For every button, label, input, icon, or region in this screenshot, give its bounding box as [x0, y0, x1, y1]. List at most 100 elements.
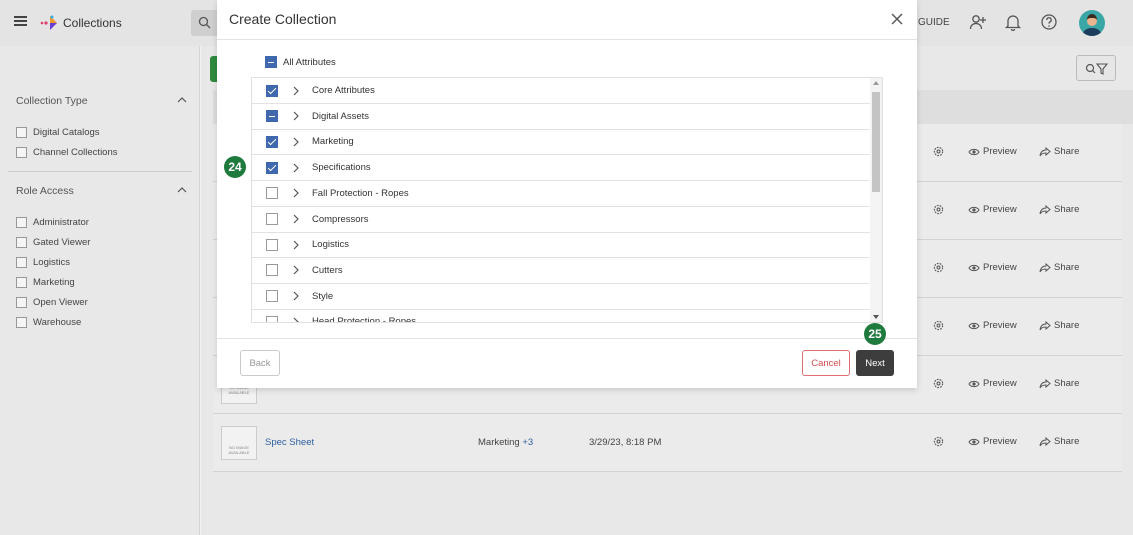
share-arrow-icon	[1039, 320, 1051, 330]
checkbox[interactable]	[16, 216, 27, 228]
preview-link[interactable]: Preview	[968, 204, 1017, 215]
share-link[interactable]: Share	[1039, 146, 1079, 157]
filter-administrator[interactable]: Administrator	[16, 216, 89, 228]
attribute-group-row[interactable]: Fall Protection - Ropes	[252, 181, 870, 207]
attribute-group-checkbox[interactable]	[266, 290, 278, 303]
attribute-group-list[interactable]: Core Attributes Digital Assets Marketing Sp…	[251, 77, 883, 323]
filter-gated-viewer[interactable]: Gated Viewer	[16, 236, 90, 248]
all-attributes-row[interactable]: All Attributes	[265, 56, 336, 68]
close-icon[interactable]	[891, 13, 903, 25]
chevron-up-icon[interactable]	[177, 97, 187, 103]
chevron-right-icon[interactable]	[292, 111, 300, 121]
eye-icon	[968, 438, 980, 445]
next-button[interactable]: Next	[856, 350, 894, 376]
attribute-group-row[interactable]: Specifications	[252, 155, 870, 182]
attribute-group-row[interactable]: Core Attributes	[252, 78, 870, 104]
attribute-group-row[interactable]: Head Protection - Ropes	[252, 309, 870, 323]
date-cell: 3/29/23, 8:18 PM	[589, 437, 662, 448]
table-row[interactable]: NO IMAGE AVAILABLE Spec Sheet Marketing …	[213, 414, 1122, 472]
chevron-right-icon[interactable]	[292, 265, 300, 275]
chevron-right-icon[interactable]	[292, 188, 300, 198]
attribute-group-checkbox[interactable]	[266, 213, 278, 225]
attribute-group-checkbox[interactable]	[266, 110, 278, 123]
attribute-group-row[interactable]: Style	[252, 284, 870, 310]
chevron-right-icon[interactable]	[292, 240, 300, 250]
attribute-group-checkbox[interactable]	[266, 315, 278, 322]
attribute-group-checkbox[interactable]	[266, 264, 278, 277]
filter-logistics[interactable]: Logistics	[16, 256, 70, 268]
notification-bell-icon[interactable]	[1004, 13, 1022, 31]
sidebar-divider	[8, 171, 192, 172]
checkbox[interactable]	[16, 296, 27, 308]
all-attributes-checkbox[interactable]	[265, 56, 277, 68]
share-arrow-icon	[1039, 204, 1051, 214]
attribute-group-checkbox[interactable]	[266, 135, 278, 148]
role-access-heading: Role Access	[16, 185, 74, 197]
attribute-group-checkbox[interactable]	[266, 187, 278, 200]
add-user-icon[interactable]	[969, 13, 987, 31]
share-link[interactable]: Share	[1039, 262, 1079, 273]
settings-gear-icon[interactable]	[933, 320, 944, 331]
settings-gear-icon[interactable]	[933, 204, 944, 215]
scrollbar[interactable]	[870, 78, 882, 322]
scroll-down-arrow-icon[interactable]	[873, 315, 879, 319]
checkbox[interactable]	[16, 276, 27, 288]
app-title: Collections	[63, 16, 122, 30]
hamburger-menu-icon[interactable]	[14, 16, 27, 26]
eye-icon	[968, 206, 980, 213]
attribute-group-checkbox[interactable]	[266, 238, 278, 251]
share-link[interactable]: Share	[1039, 378, 1079, 389]
preview-link[interactable]: Preview	[968, 146, 1017, 157]
filter-open-viewer[interactable]: Open Viewer	[16, 296, 88, 308]
eye-icon	[968, 264, 980, 271]
more-roles-link[interactable]: +3	[522, 437, 533, 448]
back-button[interactable]: Back	[240, 350, 280, 376]
chevron-up-icon[interactable]	[177, 187, 187, 193]
settings-gear-icon[interactable]	[933, 262, 944, 273]
preview-link[interactable]: Preview	[968, 378, 1017, 389]
chevron-right-icon[interactable]	[292, 291, 300, 301]
share-link[interactable]: Share	[1039, 204, 1079, 215]
checkbox[interactable]	[16, 236, 27, 248]
help-icon[interactable]	[1040, 13, 1058, 31]
attribute-group-row[interactable]: Compressors	[252, 207, 870, 233]
checkbox[interactable]	[16, 146, 27, 158]
filter-toggle-button[interactable]	[1076, 55, 1116, 81]
preview-link[interactable]: Preview	[968, 436, 1017, 447]
settings-gear-icon[interactable]	[933, 378, 944, 389]
guide-link[interactable]: GUIDE	[918, 17, 950, 28]
cancel-button[interactable]: Cancel	[802, 350, 850, 376]
preview-link[interactable]: Preview	[968, 320, 1017, 331]
settings-gear-icon[interactable]	[933, 146, 944, 157]
attribute-group-row[interactable]: Digital Assets	[252, 104, 870, 130]
filter-marketing[interactable]: Marketing	[16, 276, 75, 288]
checkbox[interactable]	[16, 316, 27, 328]
filter-digital-catalogs[interactable]: Digital Catalogs	[16, 126, 100, 138]
attribute-group-row[interactable]: Marketing	[252, 129, 870, 156]
preview-link[interactable]: Preview	[968, 262, 1017, 273]
share-link[interactable]: Share	[1039, 320, 1079, 331]
collection-name-link[interactable]: Spec Sheet	[265, 437, 314, 448]
chevron-right-icon[interactable]	[292, 317, 300, 323]
share-arrow-icon	[1039, 436, 1051, 446]
attribute-group-checkbox[interactable]	[266, 161, 278, 174]
settings-gear-icon[interactable]	[933, 436, 944, 447]
user-avatar[interactable]	[1079, 10, 1105, 36]
chevron-right-icon[interactable]	[292, 163, 300, 173]
chevron-right-icon[interactable]	[292, 137, 300, 147]
filter-channel-collections[interactable]: Channel Collections	[16, 146, 118, 158]
chevron-right-icon[interactable]	[292, 214, 300, 224]
scroll-up-arrow-icon[interactable]	[873, 81, 879, 85]
chevron-right-icon[interactable]	[292, 86, 300, 96]
eye-icon	[968, 380, 980, 387]
attribute-group-checkbox[interactable]	[266, 84, 278, 97]
scrollbar-thumb[interactable]	[872, 92, 880, 192]
filter-warehouse[interactable]: Warehouse	[16, 316, 81, 328]
checkbox[interactable]	[16, 256, 27, 268]
attribute-group-row[interactable]: Cutters	[252, 258, 870, 284]
attribute-group-label: Head Protection - Ropes	[312, 316, 417, 323]
eye-icon	[968, 322, 980, 329]
share-link[interactable]: Share	[1039, 436, 1079, 447]
checkbox[interactable]	[16, 126, 27, 138]
attribute-group-row[interactable]: Logistics	[252, 232, 870, 259]
